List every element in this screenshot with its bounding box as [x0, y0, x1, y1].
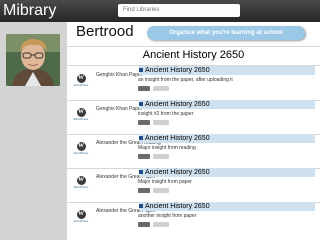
top-bar: Mibrary Find Libraries: [0, 0, 320, 22]
post-text: Major insight from paper: [138, 179, 192, 185]
sidebar: [0, 22, 67, 240]
badges: [138, 120, 172, 125]
avatar[interactable]: [6, 34, 60, 86]
post-title[interactable]: Ancient History 2650: [145, 202, 210, 211]
comment-badge-icon[interactable]: [153, 120, 169, 125]
main-content: Bertrood Organize what you're learning a…: [67, 22, 320, 240]
user-name: Bertrood: [76, 23, 134, 40]
tagline-banner: Organize what you're learning at school: [147, 26, 305, 40]
post-title[interactable]: Ancient History 2650: [145, 100, 210, 109]
comment-badge-icon[interactable]: [153, 222, 169, 227]
post-text: insight #2 from the paper: [138, 111, 194, 117]
feed-item-author: Genghis Khan Paper: [96, 106, 143, 112]
wordpress-logo-icon: W WordPress: [73, 142, 89, 155]
comment-badge-icon[interactable]: [153, 154, 169, 159]
feed-item[interactable]: W WordPress Alexander the Great Reading A…: [67, 134, 320, 169]
feed-item[interactable]: W WordPress Alexander the Great Paper Anc…: [67, 202, 320, 237]
avatar-photo: [6, 34, 60, 86]
wordpress-logo-icon: W WordPress: [73, 74, 89, 87]
like-badge-icon[interactable]: [138, 154, 150, 159]
badges: [138, 154, 172, 159]
post-square-icon: [139, 136, 143, 140]
feed-item[interactable]: W WordPress Genghis Khan Paper Ancient Hi…: [67, 100, 320, 135]
like-badge-icon[interactable]: [138, 188, 150, 193]
course-title: Ancient History 2650: [142, 49, 245, 61]
post-title[interactable]: Ancient History 2650: [145, 168, 210, 177]
comment-badge-icon[interactable]: [153, 188, 169, 193]
badges: [138, 222, 172, 227]
post-title[interactable]: Ancient History 2650: [145, 66, 210, 75]
wordpress-logo-icon: W WordPress: [73, 176, 89, 189]
search-input[interactable]: Find Libraries: [118, 4, 240, 17]
post-title-bar: Ancient History 2650: [139, 134, 315, 143]
post-square-icon: [139, 170, 143, 174]
feed-item[interactable]: W WordPress Alexander the Great Paper Anc…: [67, 168, 320, 203]
badges: [138, 188, 172, 193]
post-square-icon: [139, 204, 143, 208]
like-badge-icon[interactable]: [138, 120, 150, 125]
post-title-bar: Ancient History 2650: [139, 66, 315, 75]
feed-item[interactable]: W WordPress Genghis Khan Paper Ancient Hi…: [67, 66, 320, 101]
post-title-bar: Ancient History 2650: [139, 202, 315, 211]
post-square-icon: [139, 102, 143, 106]
post-title-bar: Ancient History 2650: [139, 100, 315, 109]
wordpress-logo-icon: W WordPress: [73, 108, 89, 121]
post-text: another insight from paper: [138, 213, 197, 219]
like-badge-icon[interactable]: [138, 86, 150, 91]
like-badge-icon[interactable]: [138, 222, 150, 227]
post-square-icon: [139, 68, 143, 72]
comment-badge-icon[interactable]: [153, 86, 169, 91]
course-header: Ancient History 2650: [67, 46, 320, 66]
feed-item-author: Genghis Khan Paper: [96, 72, 143, 78]
post-title-bar: Ancient History 2650: [139, 168, 315, 177]
app-title: Mibrary: [3, 2, 57, 19]
post-text: Major insight from reading: [138, 145, 196, 151]
wordpress-logo-icon: W WordPress: [73, 210, 89, 223]
post-title[interactable]: Ancient History 2650: [145, 134, 210, 143]
badges: [138, 86, 172, 91]
post-text: an insight from the paper, after uploadi…: [138, 77, 233, 83]
